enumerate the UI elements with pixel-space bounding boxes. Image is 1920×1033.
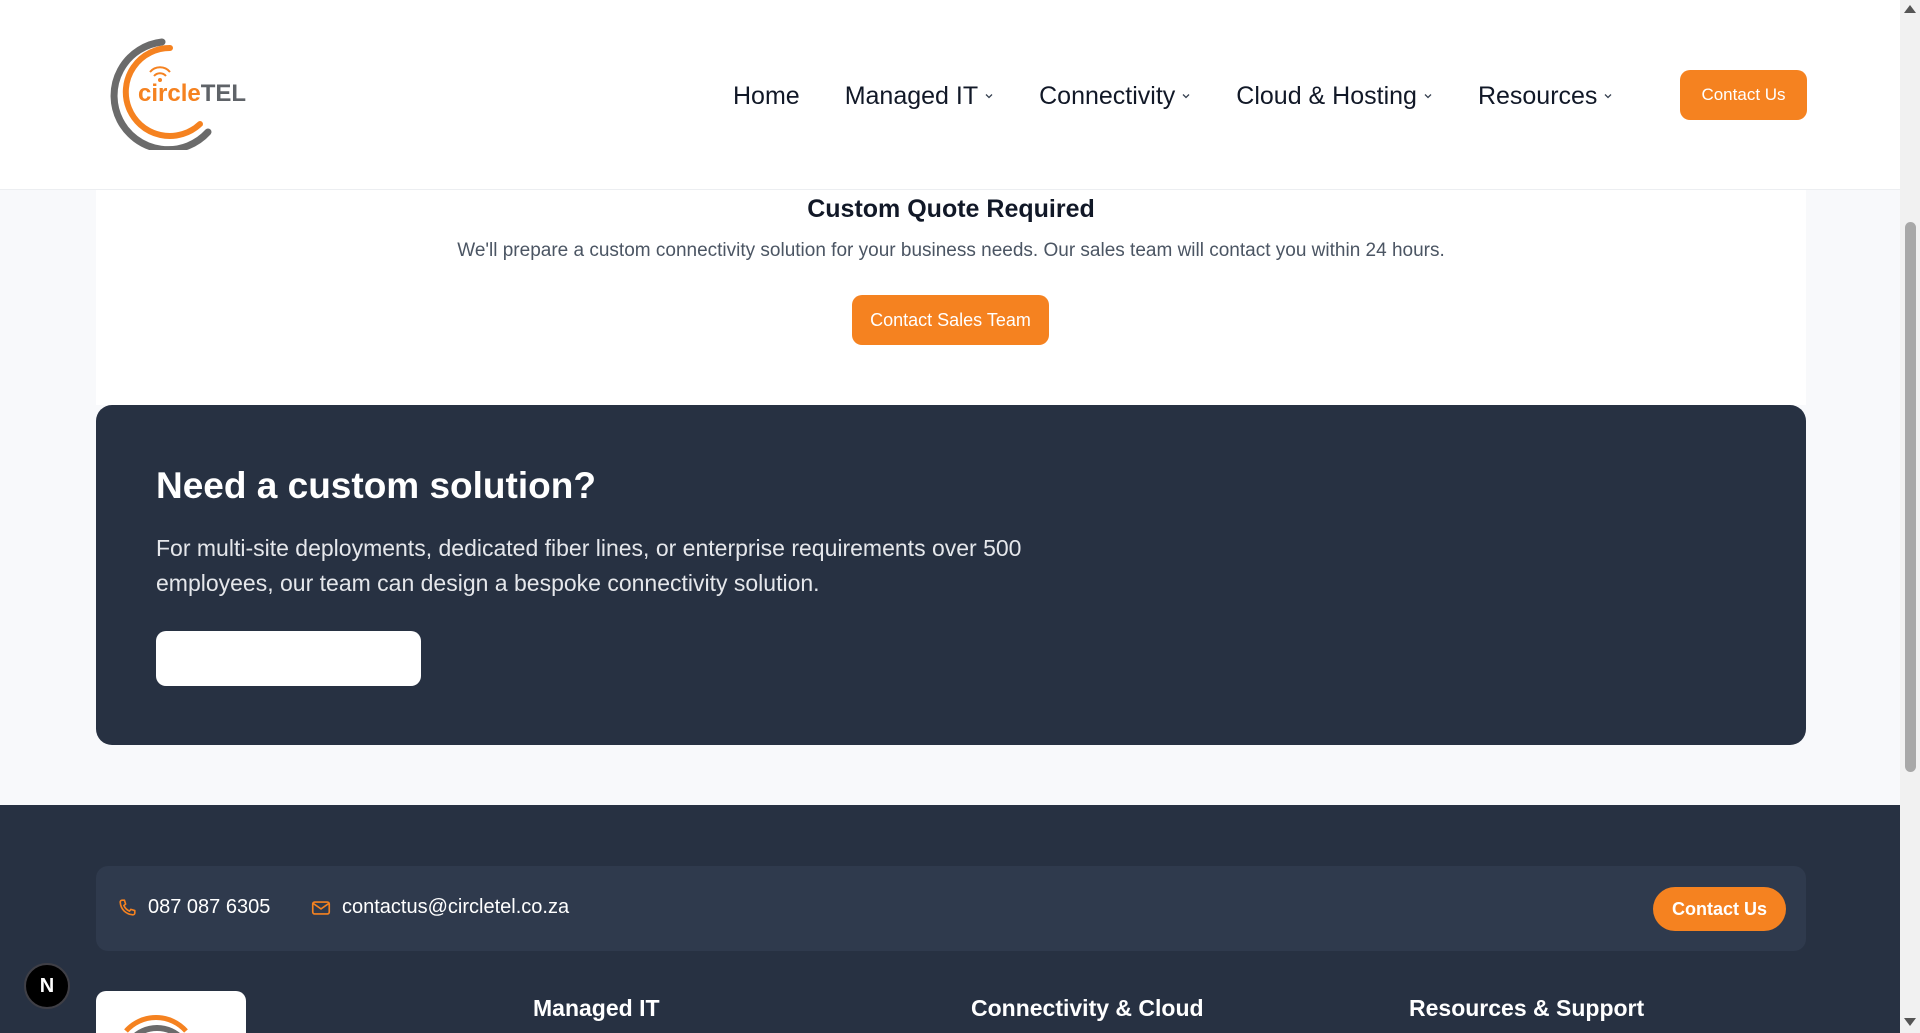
- custom-solution-button[interactable]: [156, 631, 421, 686]
- chevron-down-icon: [1182, 94, 1190, 99]
- nav-cloud-hosting-label: Cloud & Hosting: [1236, 81, 1417, 110]
- site-footer: 087 087 6305 contactus@circletel.co.za C…: [0, 805, 1900, 1033]
- phone-icon: [119, 898, 136, 916]
- footer-contact-button[interactable]: Contact Us: [1653, 887, 1786, 931]
- footer-email[interactable]: contactus@circletel.co.za: [310, 896, 569, 919]
- quote-description: We'll prepare a custom connectivity solu…: [457, 240, 1445, 261]
- main-nav: Home Managed IT Connectivity Cloud & Hos…: [733, 78, 1658, 114]
- nav-cloud-hosting[interactable]: Cloud & Hosting: [1236, 82, 1433, 111]
- quote-title: Custom Quote Required: [807, 195, 1095, 223]
- chevron-down-icon: [985, 94, 993, 99]
- nav-connectivity-label: Connectivity: [1039, 81, 1176, 110]
- page-scrollbar[interactable]: [1900, 0, 1920, 1033]
- n-badge[interactable]: N: [24, 963, 70, 1009]
- footer-col-managed-it: Managed IT: [533, 995, 660, 1021]
- nav-managed-it[interactable]: Managed IT: [845, 82, 994, 111]
- scroll-up-arrow-icon[interactable]: [1904, 5, 1916, 13]
- footer-email-text: contactus@circletel.co.za: [342, 896, 570, 918]
- custom-solution-banner: Need a custom solution? For multi-site d…: [96, 405, 1806, 745]
- custom-solution-title: Need a custom solution?: [156, 465, 596, 506]
- n-badge-letter: N: [39, 974, 55, 997]
- footer-phone-text: 087 087 6305: [148, 896, 271, 918]
- chevron-down-icon: [1424, 94, 1432, 99]
- chevron-down-icon: [1604, 94, 1612, 99]
- footer-col-connectivity-cloud: Connectivity & Cloud: [971, 995, 1204, 1021]
- custom-quote-card: Custom Quote Required We'll prepare a cu…: [96, 190, 1806, 405]
- contact-sales-button[interactable]: Contact Sales Team: [852, 295, 1049, 345]
- nav-resources[interactable]: Resources: [1478, 82, 1614, 111]
- logo-text: circleTEL: [138, 80, 247, 107]
- nav-home[interactable]: Home: [733, 82, 800, 111]
- footer-phone[interactable]: 087 087 6305: [116, 896, 270, 919]
- site-header: circleTEL Home Managed IT Connectivity C…: [0, 0, 1900, 190]
- scroll-down-arrow-icon[interactable]: [1904, 1018, 1916, 1026]
- footer-contact-bar: 087 087 6305 contactus@circletel.co.za C…: [96, 866, 1806, 951]
- nav-resources-label: Resources: [1477, 81, 1598, 110]
- footer-col-resources-support: Resources & Support: [1409, 995, 1645, 1021]
- nav-connectivity[interactable]: Connectivity: [1039, 82, 1191, 111]
- nav-home-label: Home: [733, 81, 800, 110]
- footer-logo-arcs-icon: [124, 1015, 188, 1033]
- circletel-logo[interactable]: circleTEL: [100, 36, 247, 150]
- custom-solution-description: For multi-site deployments, dedicated fi…: [156, 535, 1022, 596]
- nav-managed-it-label: Managed IT: [844, 81, 979, 110]
- mail-icon: [311, 900, 331, 915]
- header-contact-button[interactable]: Contact Us: [1680, 70, 1807, 120]
- footer-logo[interactable]: [96, 991, 246, 1033]
- scrollbar-thumb[interactable]: [1905, 222, 1916, 772]
